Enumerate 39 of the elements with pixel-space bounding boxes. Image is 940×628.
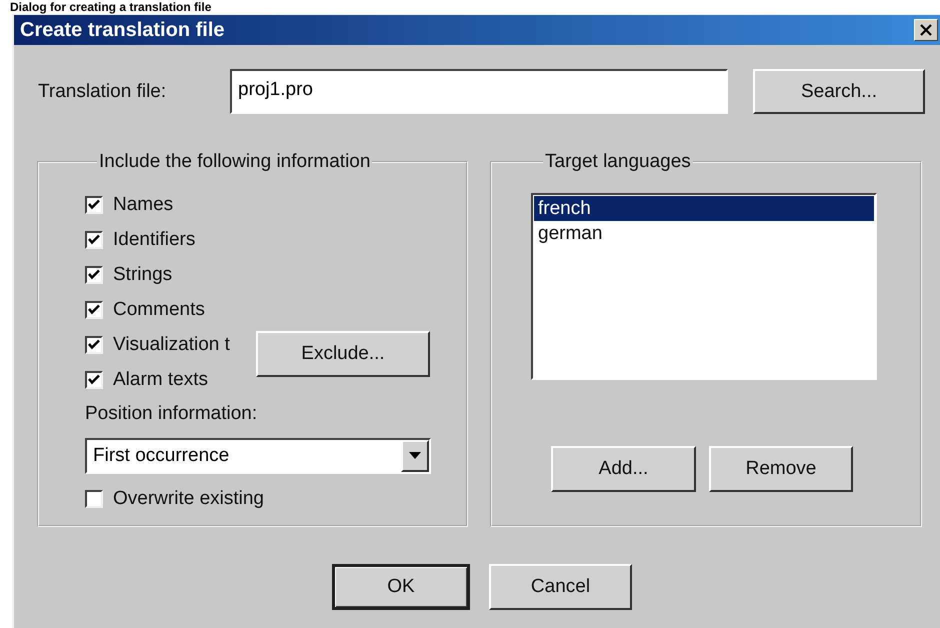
checkmark-icon bbox=[88, 234, 100, 246]
checkbox-label: Visualization t bbox=[113, 334, 230, 356]
checkbox[interactable] bbox=[85, 336, 103, 354]
exclude-button[interactable]: Exclude... bbox=[256, 331, 430, 377]
dropdown-arrow-icon bbox=[409, 452, 421, 460]
close-icon bbox=[920, 24, 932, 36]
checkbox-label: Strings bbox=[113, 264, 172, 286]
list-item[interactable]: french bbox=[534, 196, 874, 221]
checkmark-icon bbox=[88, 304, 100, 316]
position-dropdown[interactable]: First occurrence bbox=[85, 438, 431, 474]
checkbox-label: Names bbox=[113, 194, 174, 216]
checkbox[interactable] bbox=[85, 196, 103, 214]
field-label: Translation file: bbox=[38, 80, 168, 102]
field-label: Position information: bbox=[85, 403, 258, 425]
checkbox-label: Identifiers bbox=[113, 228, 196, 250]
checkbox-label: Comments bbox=[113, 298, 205, 320]
remove-button[interactable]: Remove bbox=[709, 446, 853, 492]
checkbox[interactable] bbox=[85, 370, 103, 388]
ok-button[interactable]: OK bbox=[332, 564, 470, 610]
checkbox[interactable] bbox=[85, 300, 103, 318]
group-title: Target languages bbox=[544, 151, 692, 173]
checkbox-label: Overwrite existing bbox=[113, 488, 264, 510]
group-title: Include the following information bbox=[98, 151, 372, 173]
checkmark-icon bbox=[88, 374, 100, 386]
add-button[interactable]: Add... bbox=[551, 446, 696, 492]
checkmark-icon bbox=[88, 338, 100, 350]
checkbox[interactable] bbox=[85, 490, 103, 508]
list-item[interactable]: german bbox=[534, 221, 874, 246]
checkmark-icon bbox=[88, 268, 100, 280]
figure-caption: Dialog for creating a translation file bbox=[9, 0, 212, 14]
checkbox[interactable] bbox=[85, 230, 103, 248]
search-button[interactable]: Search... bbox=[753, 69, 925, 114]
close-button[interactable] bbox=[914, 19, 938, 41]
checkbox-label: Alarm texts bbox=[113, 368, 208, 390]
checkbox[interactable] bbox=[85, 266, 103, 284]
translation-file-field[interactable]: proj1.pro bbox=[230, 69, 728, 114]
window-title: Create translation file bbox=[20, 18, 225, 42]
checkmark-icon bbox=[88, 198, 100, 210]
cancel-button[interactable]: Cancel bbox=[489, 564, 632, 610]
